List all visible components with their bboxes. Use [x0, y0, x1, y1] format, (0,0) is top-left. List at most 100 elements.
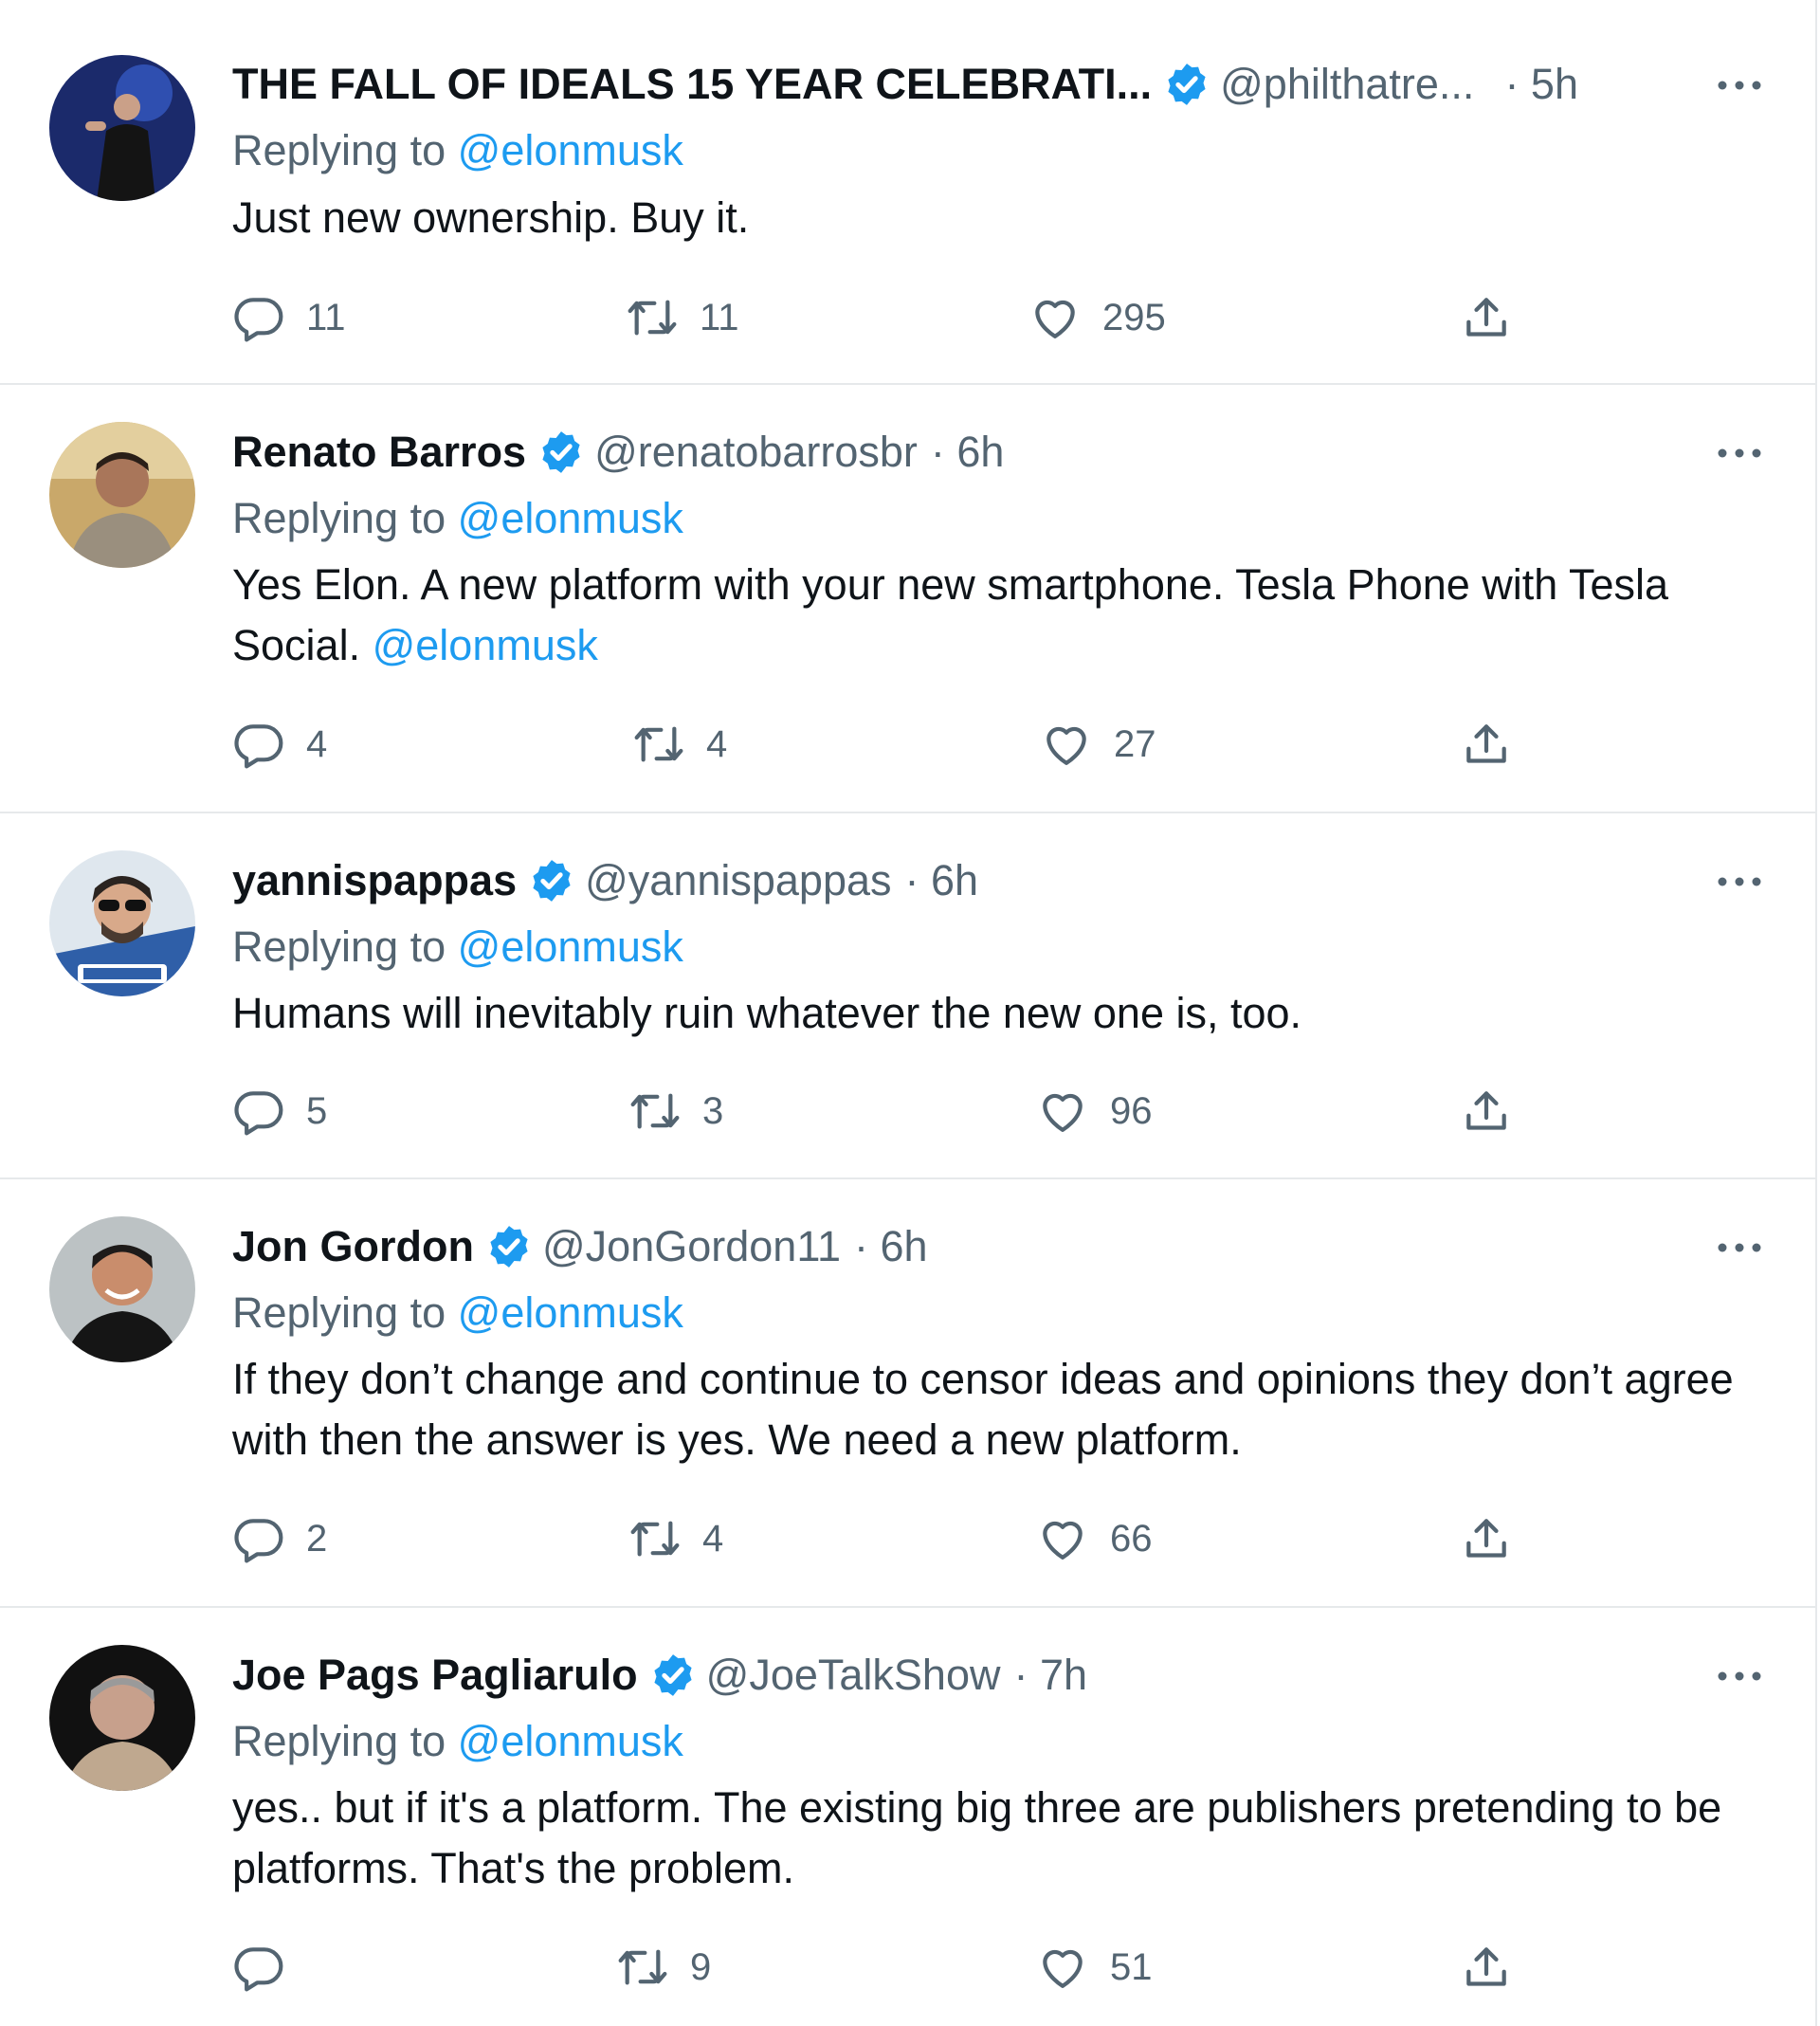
retweet-icon — [618, 1949, 667, 1985]
display-name[interactable]: THE FALL OF IDEALS 15 YEAR CELEBRATI... — [232, 57, 1152, 112]
reply-count: 5 — [306, 1089, 328, 1132]
like-count: 295 — [1102, 296, 1166, 338]
share-icon — [1466, 298, 1506, 337]
like-count: 51 — [1110, 1945, 1153, 1988]
reply-icon — [234, 1091, 283, 1136]
heart-icon — [1043, 1093, 1083, 1132]
user-handle[interactable]: @renatobarrosbr — [594, 425, 918, 480]
share-icon — [1466, 1091, 1506, 1130]
timestamp[interactable]: · 6h — [905, 853, 979, 908]
reply-count: 11 — [306, 296, 346, 338]
reply-button[interactable]: 11 — [232, 289, 346, 346]
like-count: 96 — [1110, 1089, 1153, 1132]
retweet-count: 9 — [690, 1945, 712, 1988]
replying-to-mention[interactable]: @elonmusk — [458, 922, 683, 971]
share-button[interactable] — [1460, 716, 1513, 773]
timestamp[interactable]: · 7h — [1013, 1648, 1087, 1703]
share-icon — [1466, 1519, 1506, 1558]
retweet-button[interactable]: 4 — [628, 1510, 723, 1567]
verified-badge-icon — [490, 1226, 528, 1268]
display-name[interactable]: Jon Gordon — [232, 1219, 474, 1274]
share-button[interactable] — [1460, 289, 1513, 346]
divider — [0, 383, 1817, 385]
avatar-photo-icon — [49, 55, 195, 201]
retweet-button[interactable]: 4 — [632, 716, 727, 773]
heart-icon — [1043, 1949, 1083, 1988]
like-button[interactable]: 66 — [1036, 1510, 1153, 1567]
replying-to-label: Replying to — [232, 922, 446, 971]
verified-badge-icon — [533, 860, 571, 902]
heart-icon — [1043, 1521, 1083, 1560]
timestamp[interactable]: · 6h — [931, 425, 1005, 480]
reply-count: 4 — [306, 722, 328, 765]
retweet-button[interactable]: 11 — [626, 289, 739, 346]
user-handle[interactable]: @JoeTalkShow — [706, 1648, 1001, 1703]
timestamp[interactable]: · 5h — [1504, 57, 1578, 112]
reply-button[interactable] — [232, 1939, 306, 1996]
share-button[interactable] — [1460, 1083, 1513, 1140]
reply-button[interactable]: 4 — [232, 716, 327, 773]
avatar[interactable] — [49, 850, 195, 996]
like-button[interactable]: 51 — [1036, 1939, 1153, 1996]
tweet-text: Just new ownership. Buy it. — [232, 193, 750, 242]
reply-icon — [234, 1519, 283, 1563]
reply-button[interactable]: 2 — [232, 1510, 327, 1567]
replying-to-mention[interactable]: @elonmusk — [458, 126, 683, 174]
more-options-icon[interactable] — [1711, 66, 1768, 104]
retweet-button[interactable]: 9 — [616, 1939, 711, 1996]
user-handle[interactable]: @yannispappas — [585, 853, 891, 908]
tweet-mention[interactable]: @elonmusk — [373, 621, 598, 669]
user-handle[interactable]: @JonGordon11 — [542, 1219, 841, 1274]
replying-to-mention[interactable]: @elonmusk — [458, 1288, 683, 1337]
heart-icon — [1046, 726, 1086, 765]
retweet-count: 3 — [702, 1089, 724, 1132]
retweet-button[interactable]: 3 — [628, 1083, 723, 1140]
reply-button[interactable]: 5 — [232, 1083, 327, 1140]
avatar[interactable] — [49, 1645, 195, 1791]
divider — [0, 1177, 1817, 1179]
more-options-icon[interactable] — [1711, 863, 1768, 901]
timestamp[interactable]: · 6h — [854, 1219, 928, 1274]
divider — [0, 1606, 1817, 1608]
more-options-icon[interactable] — [1711, 434, 1768, 472]
avatar-cartoon-icon — [49, 850, 195, 996]
retweet-count: 4 — [702, 1517, 724, 1560]
like-button[interactable]: 96 — [1036, 1083, 1153, 1140]
retweet-count: 11 — [700, 296, 739, 338]
avatar[interactable] — [49, 1216, 195, 1362]
share-button[interactable] — [1460, 1510, 1513, 1567]
avatar[interactable] — [49, 422, 195, 568]
replying-to-label: Replying to — [232, 494, 446, 542]
display-name[interactable]: Renato Barros — [232, 425, 526, 480]
display-name[interactable]: Joe Pags Pagliarulo — [232, 1648, 638, 1703]
retweet-count: 4 — [706, 722, 728, 765]
reply-feed: THE FALL OF IDEALS 15 YEAR CELEBRATI... @… — [0, 0, 1817, 2026]
like-button[interactable]: 27 — [1040, 716, 1156, 773]
retweet-icon — [630, 1093, 680, 1129]
like-count: 66 — [1110, 1517, 1153, 1560]
display-name[interactable]: yannispappas — [232, 853, 517, 908]
tweet-text: yes.. but if it's a platform. The existi… — [232, 1783, 1722, 1892]
reply-icon — [234, 1947, 283, 1992]
verified-badge-icon — [542, 431, 580, 473]
more-options-icon[interactable] — [1711, 1229, 1768, 1267]
share-icon — [1466, 724, 1506, 763]
avatar[interactable] — [49, 55, 195, 201]
tweet-text: If they don’t change and continue to cen… — [232, 1355, 1734, 1464]
verified-badge-icon — [1168, 64, 1206, 105]
divider — [0, 812, 1817, 813]
retweet-icon — [630, 1521, 680, 1557]
more-options-icon[interactable] — [1711, 1657, 1768, 1695]
replying-to-label: Replying to — [232, 1717, 446, 1765]
avatar-photo-icon — [49, 1216, 195, 1362]
replying-to-mention[interactable]: @elonmusk — [458, 494, 683, 542]
avatar-photo-icon — [49, 422, 195, 568]
user-handle[interactable]: @philthatre... — [1220, 57, 1474, 112]
retweet-icon — [628, 300, 677, 336]
share-button[interactable] — [1460, 1939, 1513, 1996]
like-button[interactable]: 295 — [1028, 289, 1166, 346]
avatar-photo-icon — [49, 1645, 195, 1791]
tweet-text: Humans will inevitably ruin whatever the… — [232, 989, 1302, 1037]
replying-to-mention[interactable]: @elonmusk — [458, 1717, 683, 1765]
reply-icon — [234, 724, 283, 769]
